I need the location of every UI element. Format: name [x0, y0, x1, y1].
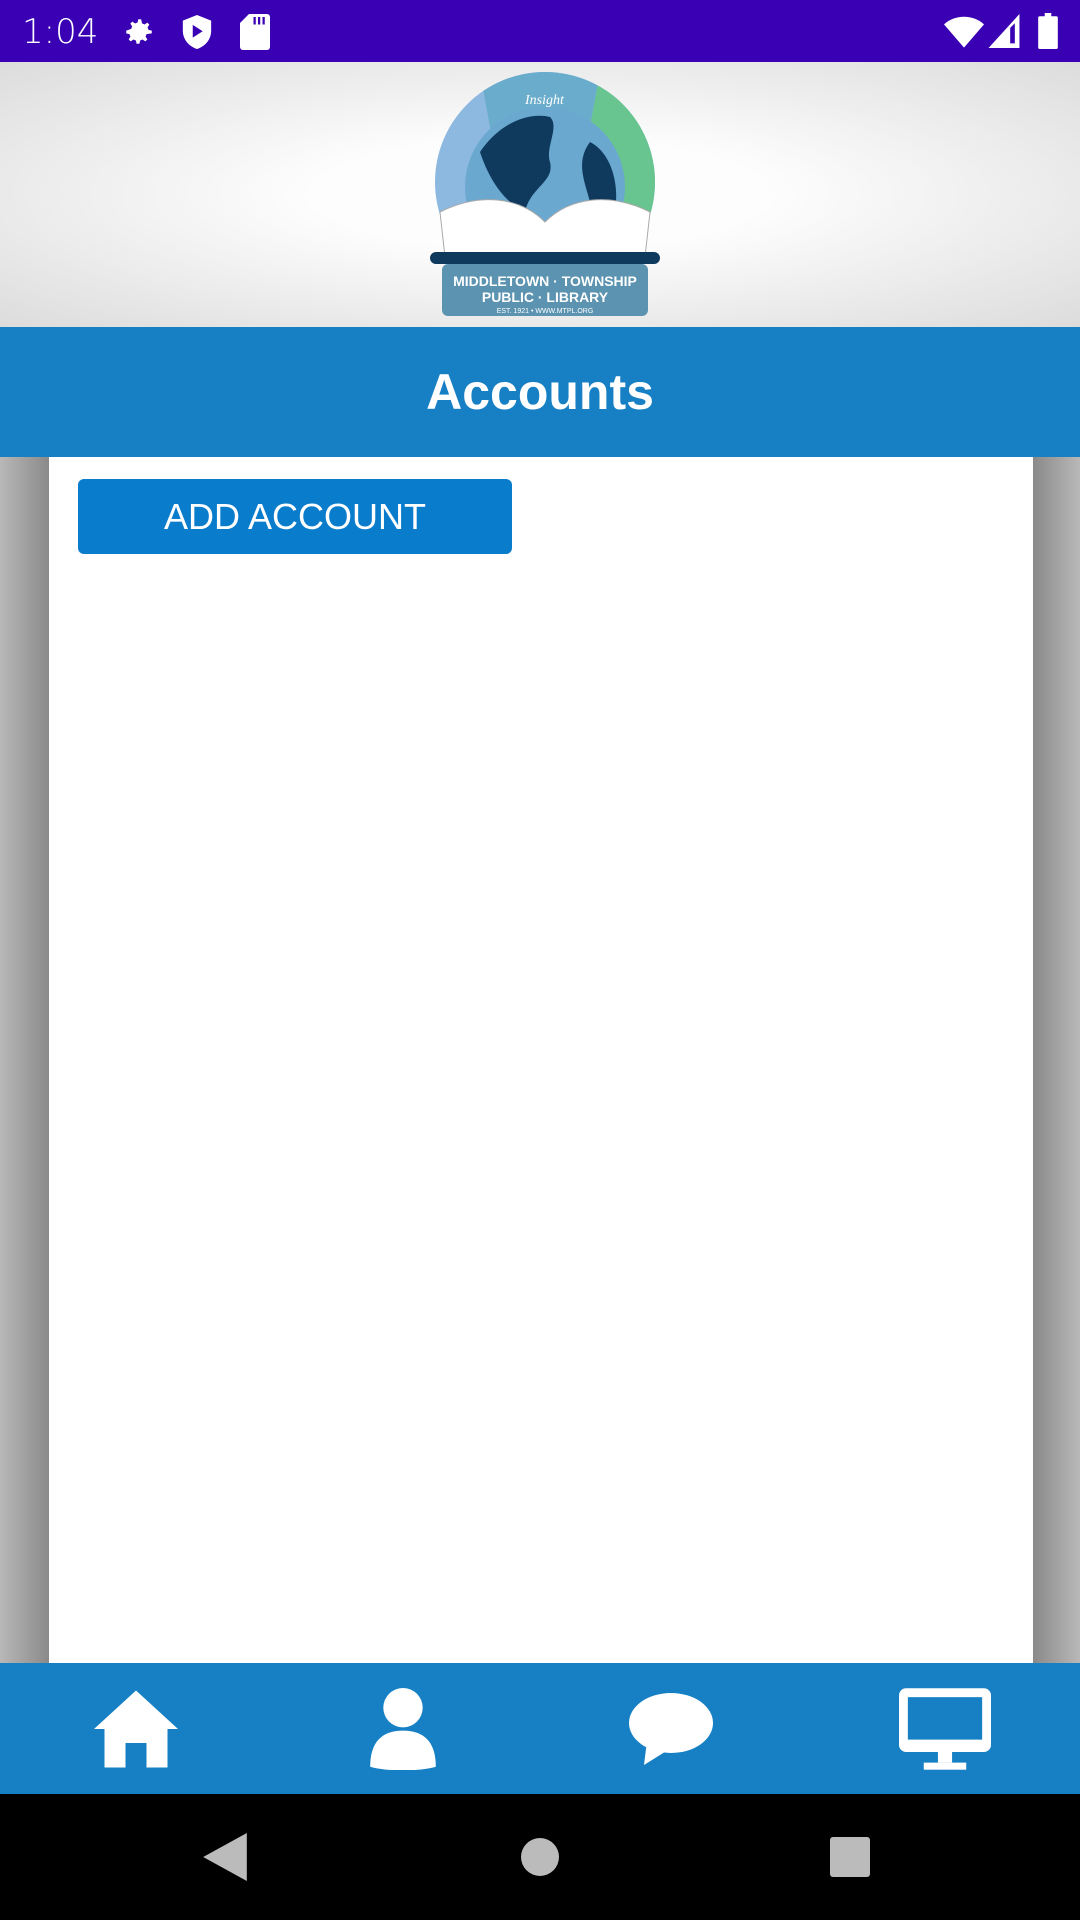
status-bar: 1:04	[0, 0, 1080, 62]
signal-icon	[988, 14, 1020, 48]
accounts-panel: ADD ACCOUNT	[0, 457, 1080, 1663]
wifi-icon	[944, 16, 984, 48]
person-icon	[370, 1687, 436, 1770]
add-account-button[interactable]: ADD ACCOUNT	[78, 479, 512, 554]
sd-card-icon	[240, 14, 270, 50]
bottom-nav	[0, 1663, 1080, 1794]
svg-text:EST. 1921 • WWW.MTPL.ORG: EST. 1921 • WWW.MTPL.ORG	[497, 308, 594, 315]
monitor-icon	[899, 1687, 991, 1770]
library-logo: MIDDLETOWN · TOWNSHIP PUBLIC · LIBRARY E…	[430, 72, 660, 316]
system-nav-bar	[0, 1794, 1080, 1920]
chat-icon	[629, 1692, 713, 1765]
svg-text:MIDDLETOWN · TOWNSHIP: MIDDLETOWN · TOWNSHIP	[453, 273, 637, 289]
shield-play-icon	[182, 15, 212, 49]
back-button[interactable]	[192, 1824, 258, 1890]
nav-chat[interactable]	[571, 1663, 771, 1794]
svg-text:Insight: Insight	[524, 93, 565, 108]
status-time: 1:04	[22, 12, 99, 52]
nav-monitor[interactable]	[845, 1663, 1045, 1794]
nav-account[interactable]	[303, 1663, 503, 1794]
header-banner: MIDDLETOWN · TOWNSHIP PUBLIC · LIBRARY E…	[0, 62, 1080, 327]
page-title: Accounts	[0, 327, 1080, 457]
nav-home[interactable]	[36, 1663, 236, 1794]
battery-icon	[1038, 13, 1058, 49]
gear-icon	[126, 19, 152, 44]
circle-home-icon	[521, 1838, 559, 1876]
home-system-button[interactable]	[507, 1824, 573, 1890]
back-icon	[203, 1833, 247, 1881]
svg-text:PUBLIC · LIBRARY: PUBLIC · LIBRARY	[482, 289, 609, 305]
recents-button[interactable]	[817, 1824, 883, 1890]
square-recents-icon	[830, 1837, 870, 1877]
home-icon	[94, 1690, 178, 1767]
